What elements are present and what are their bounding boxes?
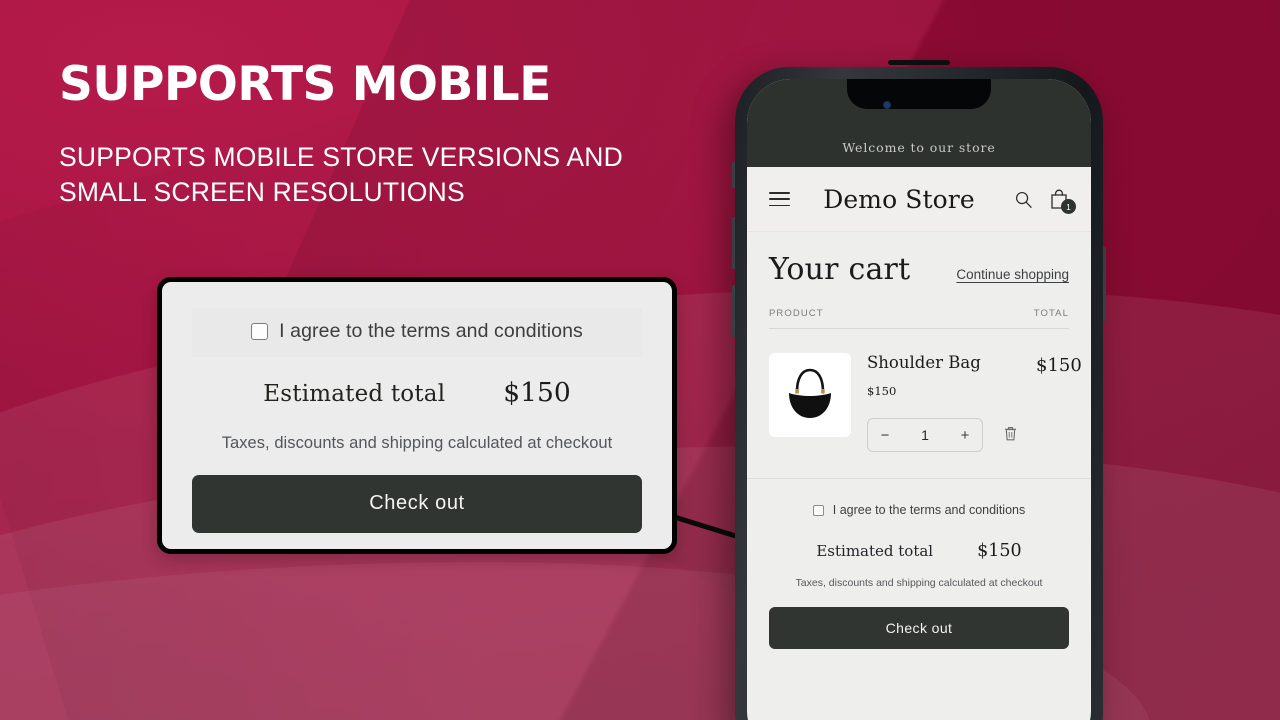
trash-icon[interactable] — [1001, 423, 1020, 447]
header-icon-group: 1 — [1014, 188, 1076, 214]
cart-item-name[interactable]: Shoulder Bag — [867, 353, 1020, 372]
terms-label: I agree to the terms and conditions — [832, 503, 1026, 517]
callout-terms-row[interactable]: I agree to the terms and conditions — [192, 308, 642, 357]
quantity-value[interactable]: 1 — [902, 427, 948, 443]
cart-item-controls: − 1 + — [867, 418, 1020, 452]
quantity-increase-button[interactable]: + — [948, 419, 982, 451]
cart-section: Your cart Continue shopping PRODUCT TOTA… — [747, 232, 1091, 452]
estimated-total-row: Estimated total $150 — [769, 541, 1069, 561]
phone-power-button[interactable] — [1103, 247, 1106, 321]
phone-volume-up[interactable] — [732, 217, 735, 269]
estimated-total-label: Estimated total — [263, 381, 446, 407]
cart-title: Your cart — [769, 252, 911, 287]
announcement-bar: Welcome to our store — [747, 79, 1091, 167]
page-title: Supports mobile — [59, 57, 551, 112]
tax-note: Taxes, discounts and shipping calculated… — [795, 577, 1043, 589]
store-name: Demo Store — [823, 184, 975, 214]
continue-shopping-link[interactable]: Continue shopping — [956, 267, 1069, 282]
shopping-bag-icon[interactable]: 1 — [1049, 188, 1076, 214]
hero-text-block: Supports mobile Supports mobile store ve… — [59, 60, 679, 209]
announcement-text: Welcome to our store — [842, 140, 996, 155]
estimated-total-label: Estimated total — [816, 542, 934, 560]
cart-item-details: Shoulder Bag $150 − 1 + — [867, 353, 1020, 452]
cart-header-row: Your cart Continue shopping — [769, 252, 1069, 287]
cart-footer: I agree to the terms and conditions Esti… — [747, 478, 1091, 673]
cart-count-badge: 1 — [1061, 199, 1076, 214]
cart-column-headers: PRODUCT TOTAL — [769, 308, 1069, 329]
callout-estimated-total-row: Estimated total $150 — [192, 377, 642, 408]
tax-note: Taxes, discounts and shipping calculated… — [221, 434, 613, 452]
terms-checkbox[interactable] — [251, 323, 269, 340]
phone-volume-down[interactable] — [732, 285, 735, 337]
terms-checkbox[interactable] — [812, 504, 824, 516]
front-camera-icon — [883, 101, 891, 109]
quantity-stepper[interactable]: − 1 + — [867, 418, 983, 452]
cart-line-item: Shoulder Bag $150 − 1 + $150 — [769, 329, 1082, 452]
zoom-callout-card: I agree to the terms and conditions Esti… — [157, 277, 677, 554]
estimated-total-value: $150 — [503, 377, 571, 408]
cart-item-unit-price: $150 — [867, 384, 897, 398]
checkout-button[interactable]: Check out — [769, 607, 1069, 649]
phone-mute-switch[interactable] — [732, 162, 735, 188]
phone-mockup: Welcome to our store Demo Store 1 Your c… — [732, 60, 1106, 720]
cart-item-line-total: $150 — [1036, 355, 1082, 376]
earpiece-speaker-icon — [888, 60, 950, 65]
terms-agreement-row[interactable]: I agree to the terms and conditions — [769, 497, 1069, 521]
store-header: Demo Store 1 — [747, 167, 1091, 232]
page-subtitle: Supports mobile store versions and small… — [59, 141, 623, 207]
estimated-total-value: $150 — [977, 541, 1022, 561]
promo-slide: Supports mobile Supports mobile store ve… — [0, 0, 1280, 720]
column-header-product: PRODUCT — [769, 308, 824, 319]
phone-notch — [847, 79, 991, 109]
quantity-decrease-button[interactable]: − — [868, 419, 902, 451]
column-header-total: TOTAL — [1033, 308, 1069, 319]
checkout-button[interactable]: Check out — [192, 475, 642, 533]
terms-label: I agree to the terms and conditions — [279, 320, 583, 342]
shoulder-bag-product-image[interactable] — [769, 353, 851, 437]
search-icon[interactable] — [1014, 190, 1033, 209]
phone-screen: Welcome to our store Demo Store 1 Your c… — [747, 79, 1091, 720]
